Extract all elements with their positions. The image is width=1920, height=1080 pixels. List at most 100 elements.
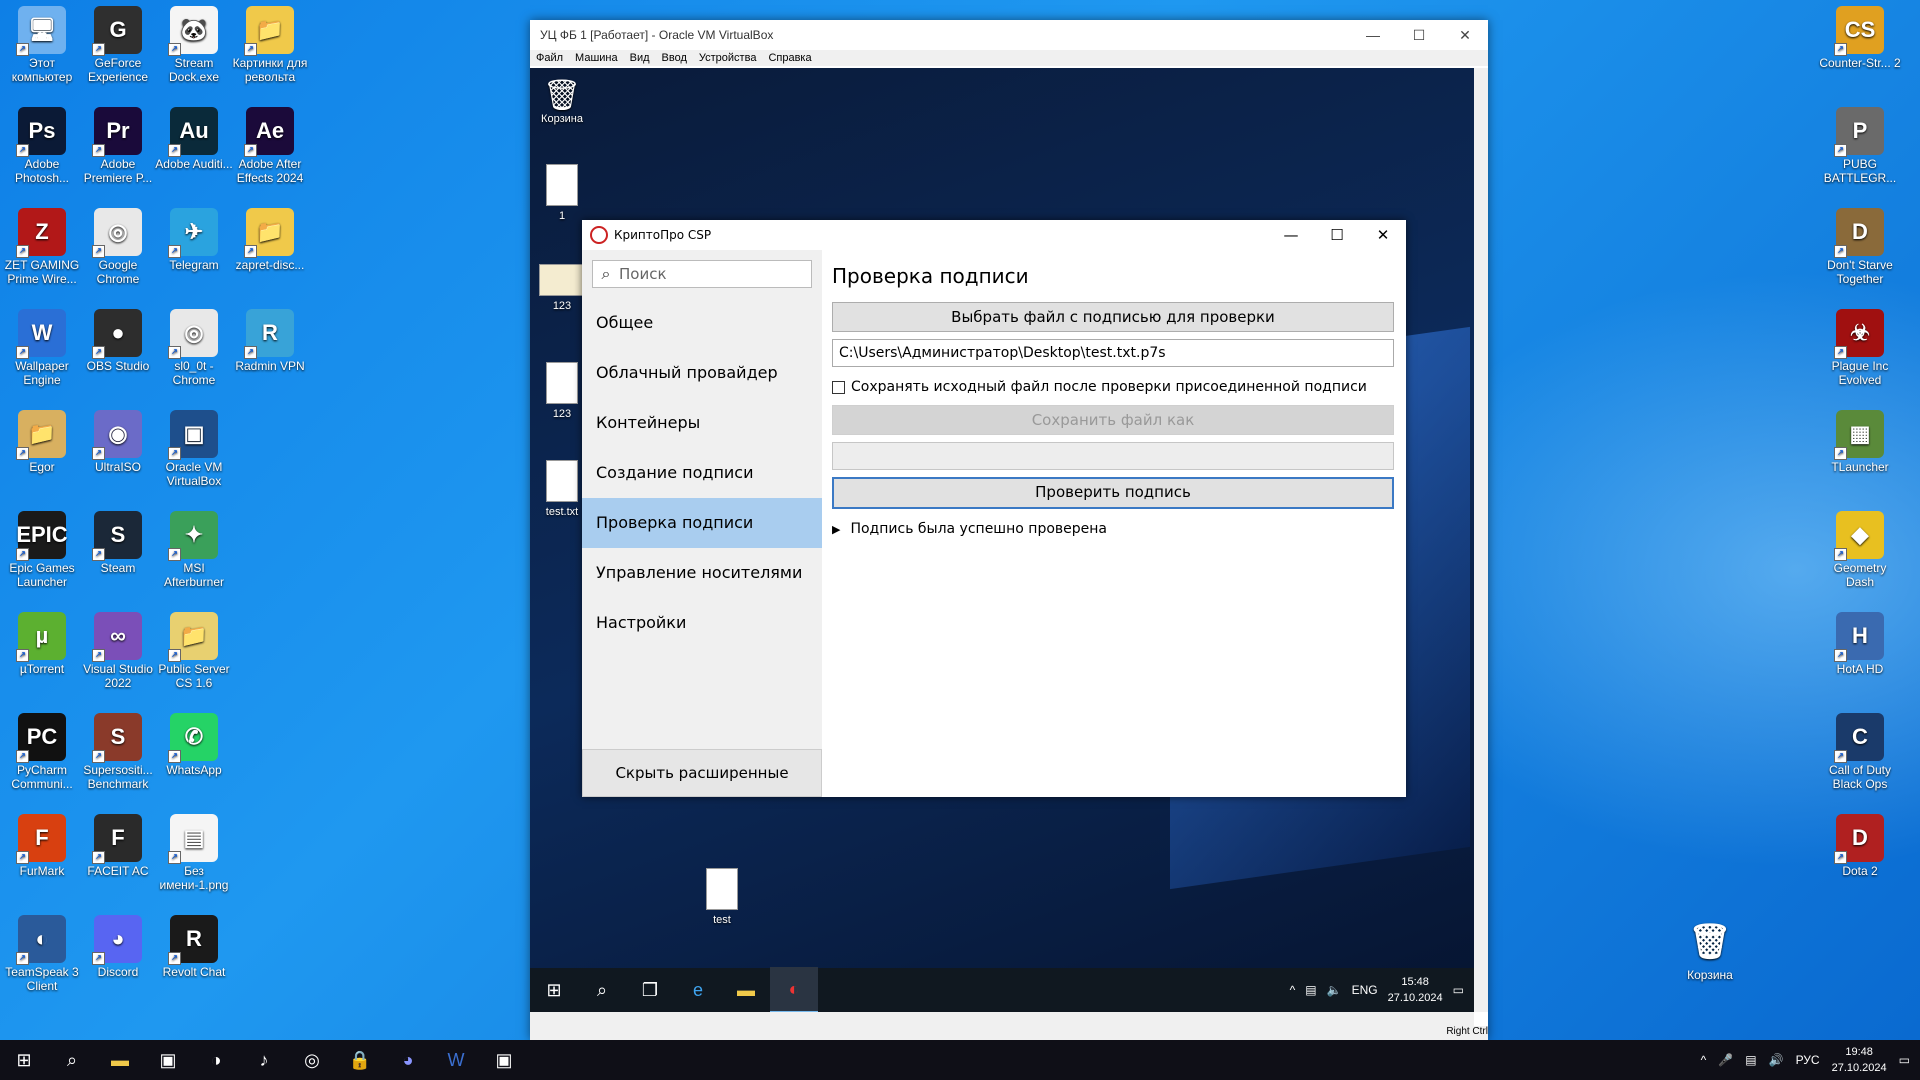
network-icon[interactable]: ▤ [1305, 983, 1316, 997]
guest-clock[interactable]: 15:48 27.10.2024 [1388, 974, 1443, 1006]
right-desktop-icon[interactable]: H ↗ HotA HD [1818, 612, 1902, 676]
nav-verify-signature[interactable]: Проверка подписи [582, 498, 822, 548]
left-desktop-icon[interactable]: ▤ ↗ Без имени-1.png [152, 814, 236, 892]
close-button[interactable]: ✕ [1360, 226, 1406, 244]
left-desktop-icon[interactable]: PC ↗ PyCharm Communi... [0, 713, 84, 791]
choose-file-button[interactable]: Выбрать файл с подписью для проверки [832, 302, 1394, 332]
chevron-up-icon[interactable]: ^ [1701, 1053, 1707, 1067]
keep-file-checkbox[interactable]: Сохранять исходный файл после проверки п… [832, 379, 1394, 395]
left-desktop-icon[interactable]: 📁 ↗ Картинки для револьта [228, 6, 312, 84]
windows-start-icon[interactable]: ⊞ [530, 968, 578, 1012]
left-desktop-icon[interactable]: Pr ↗ Adobe Premiere P... [76, 107, 160, 185]
left-desktop-icon[interactable]: ◎ ↗ sl0_0t - Chrome [152, 309, 236, 387]
left-desktop-icon[interactable]: W ↗ Wallpaper Engine [0, 309, 84, 387]
left-desktop-icon[interactable]: 🐼 ↗ Stream Dock.exe [152, 6, 236, 84]
right-desktop-icon[interactable]: ▦ ↗ TLauncher [1818, 410, 1902, 474]
guest-icon-recycle-bin[interactable]: 🗑 Корзина [530, 78, 594, 125]
menu-machine[interactable]: Машина [569, 50, 624, 66]
right-desktop-icon[interactable]: P ↗ PUBG BATTLEGR... [1818, 107, 1902, 185]
cryptopro-taskbar-icon[interactable]: ◐ [770, 967, 818, 1012]
verify-signature-button[interactable]: Проверить подпись [832, 477, 1394, 509]
left-desktop-icon[interactable]: Au ↗ Adobe Auditi... [152, 107, 236, 171]
streamdock-icon[interactable]: ◑ [192, 1040, 240, 1080]
ie-icon[interactable]: e [674, 968, 722, 1012]
volume-icon[interactable]: 🔊 [1769, 1053, 1784, 1067]
vertical-scrollbar[interactable] [1474, 68, 1488, 1012]
menu-help[interactable]: Справка [762, 50, 817, 66]
search-input[interactable]: ⌕ Поиск [592, 260, 812, 288]
maximize-button[interactable]: ☐ [1396, 27, 1442, 44]
nav-containers[interactable]: Контейнеры [582, 398, 822, 448]
minimize-button[interactable]: — [1268, 226, 1314, 244]
menu-view[interactable]: Вид [624, 50, 656, 66]
search-icon[interactable]: ⌕ [578, 968, 626, 1012]
nav-general[interactable]: Общее [582, 298, 822, 348]
left-desktop-icon[interactable]: ◐ ↗ TeamSpeak 3 Client [0, 915, 84, 993]
search-icon[interactable]: ⌕ [48, 1040, 96, 1080]
right-desktop-icon[interactable]: D ↗ Don't Starve Together [1818, 208, 1902, 286]
guest-lang[interactable]: ENG [1352, 983, 1378, 997]
left-desktop-icon[interactable]: S ↗ Supersositi... Benchmark [76, 713, 160, 791]
chrome-icon[interactable]: ◎ [288, 1040, 336, 1080]
windows-start-icon[interactable]: ⊞ [0, 1040, 48, 1080]
menu-input[interactable]: Ввод [656, 50, 693, 66]
file-path-field[interactable]: C:\Users\Администратор\Desktop\test.txt.… [832, 339, 1394, 367]
explorer-icon[interactable]: ▬ [96, 1040, 144, 1080]
right-desktop-icon[interactable]: ◆ ↗ Geometry Dash [1818, 511, 1902, 589]
left-desktop-icon[interactable]: ▣ ↗ Oracle VM VirtualBox [152, 410, 236, 488]
left-desktop-icon[interactable]: 📁 ↗ zapret-disc... [228, 208, 312, 272]
left-desktop-icon[interactable]: S ↗ Steam [76, 511, 160, 575]
microphone-icon[interactable]: 🎤 [1718, 1053, 1733, 1067]
left-desktop-icon[interactable]: ◎ ↗ Google Chrome [76, 208, 160, 286]
left-desktop-icon[interactable]: Ae ↗ Adobe After Effects 2024 [228, 107, 312, 185]
save-as-button[interactable]: Сохранить файл как [832, 405, 1394, 435]
left-desktop-icon[interactable]: Z ↗ ZET GAMING Prime Wire... [0, 208, 84, 286]
nav-settings[interactable]: Настройки [582, 598, 822, 648]
expand-arrow-icon[interactable]: ▶ [832, 523, 840, 536]
left-desktop-icon[interactable]: 📁 ↗ Public Server CS 1.6 [152, 612, 236, 690]
maximize-button[interactable]: ☐ [1314, 226, 1360, 244]
left-desktop-icon[interactable]: ∞ ↗ Visual Studio 2022 [76, 612, 160, 690]
left-desktop-icon[interactable]: F ↗ FACEIT AC [76, 814, 160, 878]
app-icon[interactable]: ▣ [144, 1040, 192, 1080]
chevron-up-icon[interactable]: ^ [1290, 983, 1296, 997]
verification-result[interactable]: ▶ Подпись была успешно проверена [832, 521, 1394, 537]
menu-file[interactable]: Файл [530, 50, 569, 66]
word-icon[interactable]: W [432, 1040, 480, 1080]
right-desktop-icon[interactable]: C ↗ Call of Duty Black Ops [1818, 713, 1902, 791]
left-desktop-icon[interactable]: G ↗ GeForce Experience [76, 6, 160, 84]
desktop-icon-recycle-bin[interactable]: 🗑 Корзина [1668, 918, 1752, 982]
task-view-icon[interactable]: ❐ [626, 968, 674, 1012]
left-desktop-icon[interactable]: R ↗ Revolt Chat [152, 915, 236, 979]
checkbox-box[interactable] [832, 380, 845, 394]
right-desktop-icon[interactable]: ☣ ↗ Plague Inc Evolved [1818, 309, 1902, 387]
left-desktop-icon[interactable]: F ↗ FurMark [0, 814, 84, 878]
minimize-button[interactable]: — [1350, 27, 1396, 43]
left-desktop-icon[interactable]: ● ↗ OBS Studio [76, 309, 160, 373]
left-desktop-icon[interactable]: ✆ ↗ WhatsApp [152, 713, 236, 777]
save-path-field[interactable] [832, 442, 1394, 470]
close-button[interactable]: ✕ [1442, 27, 1488, 44]
guest-icon-file[interactable]: 1 [530, 164, 594, 222]
horizontal-scrollbar[interactable] [530, 1012, 1474, 1026]
nav-create-signature[interactable]: Создание подписи [582, 448, 822, 498]
left-desktop-icon[interactable]: 🖥 ↗ Этот компьютер [0, 6, 84, 84]
host-clock[interactable]: 19:48 27.10.2024 [1832, 1044, 1887, 1076]
lock-icon[interactable]: 🔒 [336, 1040, 384, 1080]
left-desktop-icon[interactable]: ✈ ↗ Telegram [152, 208, 236, 272]
notification-icon[interactable]: ▭ [1453, 983, 1464, 997]
explorer-icon[interactable]: ▬ [722, 968, 770, 1012]
nav-manage-media[interactable]: Управление носителями [582, 548, 822, 598]
left-desktop-icon[interactable]: Ps ↗ Adobe Photosh... [0, 107, 84, 185]
notification-icon[interactable]: ▭ [1899, 1053, 1910, 1067]
guest-icon-file[interactable]: test [690, 868, 754, 926]
right-desktop-icon[interactable]: D ↗ Dota 2 [1818, 814, 1902, 878]
left-desktop-icon[interactable]: ◉ ↗ UltraISO [76, 410, 160, 474]
hide-advanced-button[interactable]: Скрыть расширенные [582, 749, 822, 797]
left-desktop-icon[interactable]: R ↗ Radmin VPN [228, 309, 312, 373]
virtualbox-icon[interactable]: ▣ [480, 1040, 528, 1080]
menu-devices[interactable]: Устройства [693, 50, 763, 66]
left-desktop-icon[interactable]: 📁 ↗ Egor [0, 410, 84, 474]
music-icon[interactable]: ♪ [240, 1040, 288, 1080]
nav-cloud-provider[interactable]: Облачный провайдер [582, 348, 822, 398]
